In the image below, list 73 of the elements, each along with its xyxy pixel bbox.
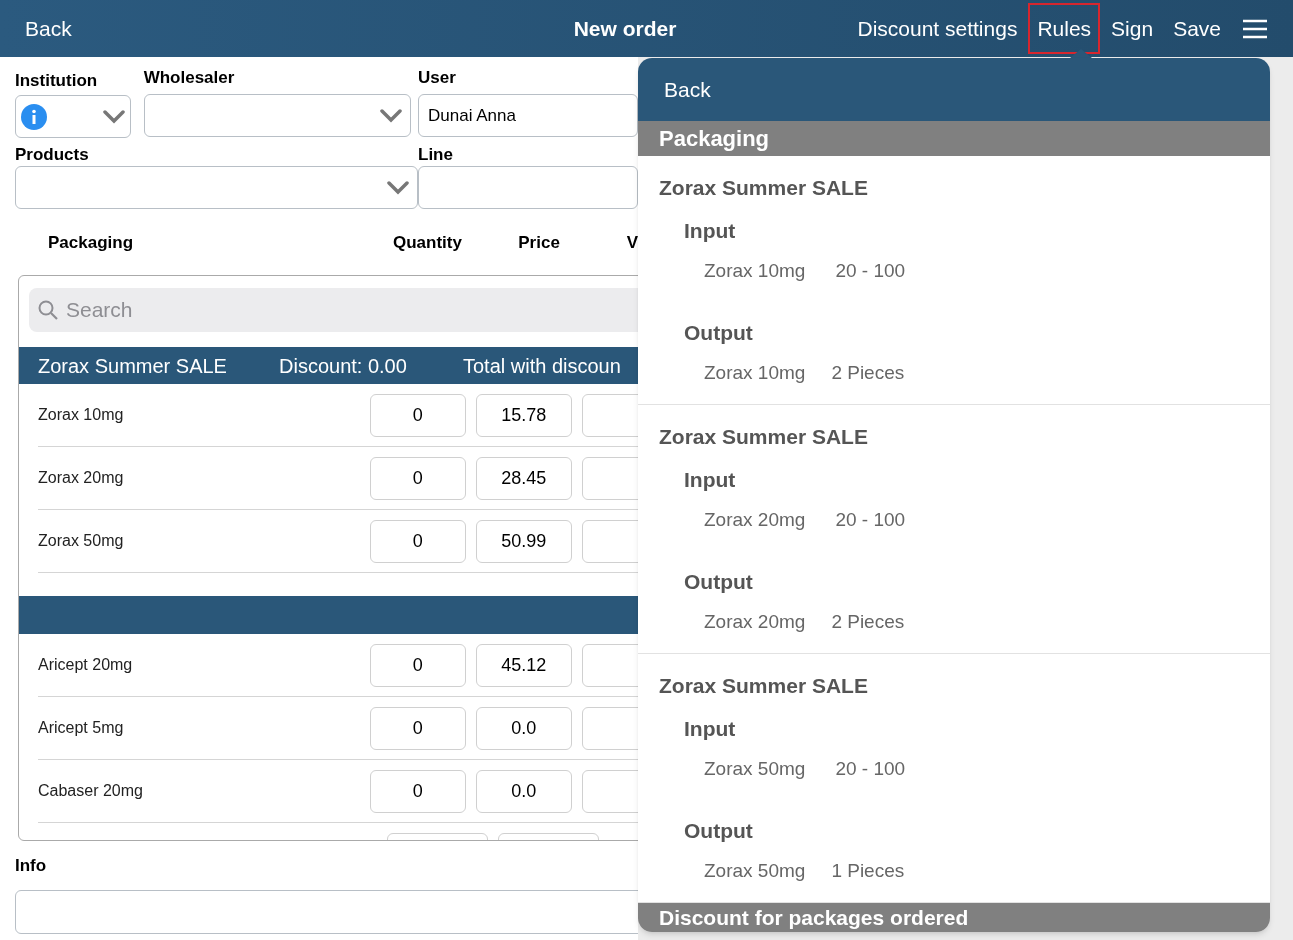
rule-title: Zorax Summer SALE bbox=[659, 424, 869, 450]
input-heading: Input bbox=[684, 466, 737, 493]
rule-range: 20 - 100 bbox=[835, 508, 906, 532]
rule-title: Zorax Summer SALE bbox=[659, 175, 869, 201]
nav-link[interactable]: Sign bbox=[1104, 4, 1161, 53]
price-field[interactable]: 15.78 bbox=[475, 393, 572, 437]
field-label: Wholesaler bbox=[143, 69, 236, 86]
price-field[interactable]: 50.99 bbox=[475, 519, 572, 563]
price-field[interactable]: 0.0 bbox=[475, 706, 572, 750]
chevron-down-icon bbox=[387, 180, 409, 195]
rule-amount: 1 Pieces bbox=[831, 859, 905, 883]
line-field[interactable] bbox=[418, 166, 638, 209]
nav-link[interactable]: Rules bbox=[1030, 4, 1099, 53]
quantity-field[interactable]: 0 bbox=[369, 393, 466, 437]
quantity-field[interactable]: 0 bbox=[369, 456, 466, 500]
rule-range: 20 - 100 bbox=[835, 259, 906, 283]
field-label: Products bbox=[15, 146, 90, 163]
rule-amount: 2 Pieces bbox=[831, 361, 905, 385]
output-heading: Output bbox=[684, 817, 754, 844]
info-field[interactable] bbox=[15, 890, 638, 934]
chevron-down-icon bbox=[103, 109, 125, 124]
rule-product: Zorax 20mg bbox=[704, 508, 806, 532]
field-label: Line bbox=[418, 146, 454, 163]
rule-range: 20 - 100 bbox=[835, 757, 906, 781]
institution-select[interactable] bbox=[15, 95, 131, 138]
product-name: Zorax 50mg bbox=[38, 531, 125, 551]
column-header: Price bbox=[518, 232, 561, 254]
section-header: Packaging bbox=[638, 121, 1270, 156]
rule-product: Zorax 50mg bbox=[704, 859, 806, 883]
rule-title: Zorax Summer SALE bbox=[659, 673, 869, 699]
field-label: User bbox=[418, 69, 457, 86]
group-total: Total with discoun bbox=[463, 353, 621, 379]
rule-product: Zorax 50mg bbox=[704, 757, 806, 781]
products-select[interactable] bbox=[15, 166, 418, 209]
rule-product: Zorax 10mg bbox=[704, 259, 806, 283]
rule-amount: 2 Pieces bbox=[831, 610, 905, 634]
search-icon bbox=[38, 300, 58, 320]
price-field[interactable]: 0.0 bbox=[475, 769, 572, 813]
product-name: Aricept 5mg bbox=[38, 718, 125, 738]
column-header: Packaging bbox=[48, 232, 135, 254]
quantity-field[interactable]: 0 bbox=[369, 706, 466, 750]
group-discount: Discount: 0.00 bbox=[279, 353, 408, 379]
product-name: Aricept 20mg bbox=[38, 655, 134, 675]
price-field[interactable]: 45.12 bbox=[475, 643, 572, 687]
nav-link[interactable]: Save bbox=[1166, 4, 1228, 53]
popover-back-link[interactable]: Back bbox=[664, 73, 711, 106]
price-field[interactable]: 28.45 bbox=[475, 456, 572, 500]
quantity-field[interactable]: 0 bbox=[369, 769, 466, 813]
user-field[interactable]: Dunai Anna bbox=[418, 94, 638, 137]
section-header: Discount for packages ordered bbox=[638, 903, 1270, 932]
info-icon bbox=[21, 103, 47, 130]
quantity-field[interactable]: 0 bbox=[369, 519, 466, 563]
nav-link[interactable]: Discount settings bbox=[850, 4, 1025, 53]
quantity-field[interactable]: 0 bbox=[369, 643, 466, 687]
wholesaler-select[interactable] bbox=[143, 94, 411, 137]
product-name: Zorax 10mg bbox=[38, 405, 125, 425]
column-header: Quantity bbox=[393, 232, 463, 254]
product-name: Zorax 20mg bbox=[38, 468, 125, 488]
menu-icon[interactable] bbox=[1242, 18, 1268, 39]
input-heading: Input bbox=[684, 217, 737, 244]
rule-product: Zorax 20mg bbox=[704, 610, 806, 634]
chevron-down-icon bbox=[379, 108, 402, 123]
product-name: Cabaser 20mg bbox=[38, 781, 144, 801]
field-label: Info bbox=[15, 857, 48, 874]
output-heading: Output bbox=[684, 319, 754, 346]
column-header: V bbox=[626, 232, 638, 254]
page-title: New order bbox=[573, 15, 677, 42]
input-heading: Input bbox=[684, 715, 737, 742]
field-label: Institution bbox=[15, 70, 99, 89]
output-heading: Output bbox=[684, 568, 754, 595]
group-title: Zorax Summer SALE bbox=[38, 353, 228, 379]
back-link[interactable]: Back bbox=[25, 12, 72, 45]
rule-product: Zorax 10mg bbox=[704, 361, 806, 385]
